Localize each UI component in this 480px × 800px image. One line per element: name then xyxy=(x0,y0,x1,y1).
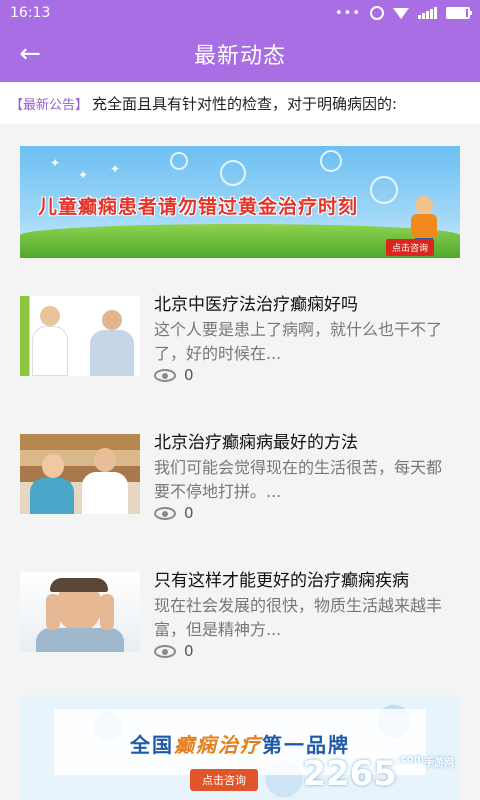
notice-text: 充全面且具有针对性的检查，对于明确病因的: xyxy=(92,94,398,113)
battery-level xyxy=(448,9,466,17)
more-dots-icon: ••• xyxy=(334,5,361,21)
view-count-row: 0 xyxy=(154,642,194,660)
content-area: ✦ ✦ ✦ 儿童癫痫患者请勿错过黄金治疗时刻 点击咨询 北京中医疗法治疗癫痫好吗… xyxy=(0,124,480,800)
banner-headline: 儿童癫痫患者请勿错过黄金治疗时刻 xyxy=(38,196,359,218)
news-thumbnail xyxy=(20,434,140,514)
news-item-1[interactable]: 北京中医疗法治疗癫痫好吗 这个人要是患上了病啊，就什么也干不了了，好的时候在..… xyxy=(20,286,460,386)
status-bar: 16:13 ••• xyxy=(0,0,480,26)
view-count: 0 xyxy=(184,642,194,660)
banner-bottom-consult-button[interactable]: 点击咨询 xyxy=(190,769,258,791)
watermark-text: 2265 xyxy=(302,754,397,794)
news-title: 北京中医疗法治疗癫痫好吗 xyxy=(154,295,358,315)
page-title: 最新动态 xyxy=(193,44,286,69)
signal-icon xyxy=(418,7,437,19)
banner-consult-button[interactable]: 点击咨询 xyxy=(386,239,435,256)
banner-bottom[interactable]: 全国癫痫治疗第一品牌 点击咨询 2265.com手游网 xyxy=(20,695,460,800)
bird-icon: ✦ xyxy=(110,162,121,176)
view-count-row: 0 xyxy=(154,366,194,384)
news-thumbnail xyxy=(20,572,140,652)
watermark-logo: 2265.com手游网 xyxy=(302,754,454,794)
view-count: 0 xyxy=(184,366,194,384)
news-summary: 我们可能会觉得现在的生活很苦，每天都要不停地打拼。... xyxy=(154,458,443,501)
banner-title-part: 癫痫治疗 xyxy=(174,733,262,757)
bubble-graphic xyxy=(370,176,398,204)
battery-icon xyxy=(446,7,472,19)
wifi-icon xyxy=(393,7,409,19)
eye-icon xyxy=(154,506,176,520)
app-bar: ← 最新动态 xyxy=(0,26,480,82)
bird-icon: ✦ xyxy=(50,156,61,170)
view-count: 0 xyxy=(184,504,194,522)
bird-icon: ✦ xyxy=(78,168,89,182)
banner-title-part: 全国 xyxy=(130,733,174,757)
news-title: 北京治疗癫痫病最好的方法 xyxy=(154,433,358,453)
notice-tag: 【最新公告】 xyxy=(10,97,89,113)
news-summary: 这个人要是患上了病啊，就什么也干不了了，好的时候在... xyxy=(154,320,443,363)
status-time: 16:13 xyxy=(10,5,51,21)
view-count-row: 0 xyxy=(154,504,194,522)
back-button[interactable]: ← xyxy=(12,36,48,72)
bubble-graphic xyxy=(320,150,342,172)
news-item-3[interactable]: 只有这样才能更好的治疗癫痫疾病 现在社会发展的很快，物质生活越来越丰富，但是精神… xyxy=(20,562,460,662)
news-title: 只有这样才能更好的治疗癫痫疾病 xyxy=(154,571,409,591)
eye-icon xyxy=(154,368,176,382)
status-icons: ••• xyxy=(334,5,472,21)
notice-bar[interactable]: 【最新公告】 充全面且具有针对性的检查，对于明确病因的: xyxy=(0,82,480,124)
bubble-graphic xyxy=(220,160,246,186)
watermark-suffix: .com xyxy=(396,754,424,765)
alarm-icon xyxy=(370,6,384,20)
bubble-graphic xyxy=(170,152,188,170)
news-item-2[interactable]: 北京治疗癫痫病最好的方法 我们可能会觉得现在的生活很苦，每天都要不停地打拼。..… xyxy=(20,424,460,524)
banner-top[interactable]: ✦ ✦ ✦ 儿童癫痫患者请勿错过黄金治疗时刻 点击咨询 xyxy=(20,146,460,258)
eye-icon xyxy=(154,644,176,658)
back-arrow-icon: ← xyxy=(19,39,41,69)
watermark-subtext: 手游网 xyxy=(424,758,454,769)
news-summary: 现在社会发展的很快，物质生活越来越丰富，但是精神方... xyxy=(154,596,443,639)
news-thumbnail xyxy=(20,296,140,376)
